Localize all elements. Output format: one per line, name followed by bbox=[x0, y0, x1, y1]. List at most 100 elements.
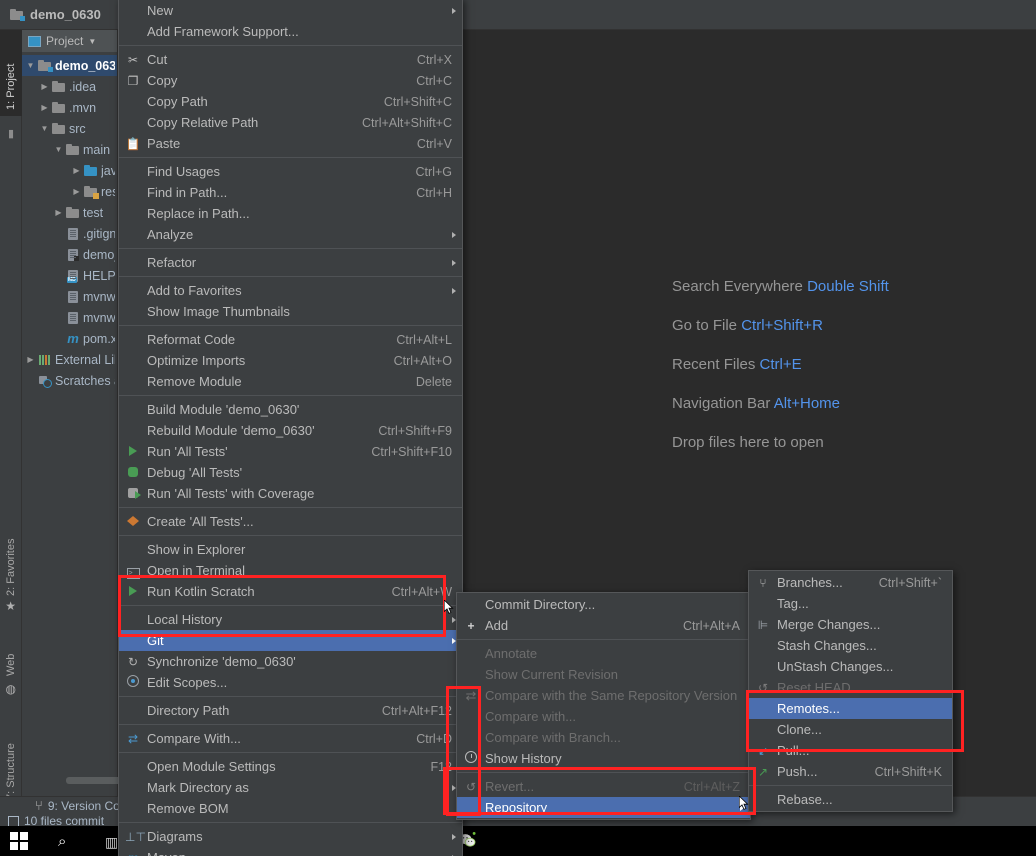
repo-menu-item-pull[interactable]: ↙ Pull... bbox=[749, 740, 952, 761]
menu-item-open-in-terminal[interactable]: >_ Open in Terminal bbox=[119, 560, 462, 581]
tree-item-test[interactable]: ▶ test bbox=[22, 202, 117, 223]
git-menu-item-commit-directory[interactable]: Commit Directory... bbox=[457, 594, 750, 615]
chevron-down-icon[interactable]: ▼ bbox=[40, 124, 49, 133]
chevron-right-icon[interactable]: ▶ bbox=[26, 355, 35, 364]
tree-item-main[interactable]: ▼ main bbox=[22, 139, 117, 160]
chevron-right-icon[interactable]: ▶ bbox=[54, 208, 63, 217]
tool-tab-web[interactable]: Web bbox=[0, 636, 22, 682]
repo-menu-item-clone[interactable]: Clone... bbox=[749, 719, 952, 740]
menu-label: Replace in Path... bbox=[147, 206, 250, 221]
tree-item-idea[interactable]: ▶ .idea bbox=[22, 76, 117, 97]
menu-item-find-usages[interactable]: Find Usages Ctrl+G bbox=[119, 161, 462, 182]
menu-item-compare-with[interactable]: ⇄ Compare With... Ctrl+D bbox=[119, 728, 462, 749]
menu-item-open-module-settings[interactable]: Open Module Settings F12 bbox=[119, 756, 462, 777]
chevron-right-icon[interactable]: ▶ bbox=[40, 82, 49, 91]
tree-item-mvnw-cmd[interactable]: ▶ mvnw.cmd bbox=[22, 307, 117, 328]
menu-item-run-with-coverage[interactable]: Run 'All Tests' with Coverage bbox=[119, 483, 462, 504]
menu-item-debug-all-tests[interactable]: Debug 'All Tests' bbox=[119, 462, 462, 483]
menu-label: Show History bbox=[485, 751, 562, 766]
repo-menu-item-merge-changes[interactable]: ⊫ Merge Changes... bbox=[749, 614, 952, 635]
menu-item-remove-module[interactable]: Remove Module Delete bbox=[119, 371, 462, 392]
tree-item-scratches[interactable]: ▶ Scratches and Consoles bbox=[22, 370, 117, 391]
tree-item-external-libraries[interactable]: ▶ External Libraries bbox=[22, 349, 117, 370]
menu-item-synchronize[interactable]: ↻ Synchronize 'demo_0630' bbox=[119, 651, 462, 672]
menu-item-reformat-code[interactable]: Reformat Code Ctrl+Alt+L bbox=[119, 329, 462, 350]
repo-menu-item-branches[interactable]: ⑂ Branches... Ctrl+Shift+` bbox=[749, 572, 952, 593]
repo-menu-item-tag[interactable]: Tag... bbox=[749, 593, 952, 614]
menu-item-create-all-tests[interactable]: Create 'All Tests'... bbox=[119, 511, 462, 532]
tree-item-iml[interactable]: ▶ demo_0630.iml bbox=[22, 244, 117, 265]
menu-item-rebuild-module[interactable]: Rebuild Module 'demo_0630' Ctrl+Shift+F9 bbox=[119, 420, 462, 441]
tree-item-java[interactable]: ▶ java bbox=[22, 160, 117, 181]
tree-item-src[interactable]: ▼ src bbox=[22, 118, 117, 139]
git-menu-item-revert[interactable]: ↺ Revert... Ctrl+Alt+Z bbox=[457, 776, 750, 797]
menu-item-directory-path[interactable]: Directory Path Ctrl+Alt+F12 bbox=[119, 700, 462, 721]
tree-item-gitignore[interactable]: ▶ .gitignore bbox=[22, 223, 117, 244]
tree-item-resources[interactable]: ▶ resources bbox=[22, 181, 117, 202]
git-menu-item-add[interactable]: + Add Ctrl+Alt+A bbox=[457, 615, 750, 636]
context-menu[interactable]: New Add Framework Support... ✂ Cut Ctrl+… bbox=[118, 0, 463, 856]
menu-item-maven[interactable]: m Maven bbox=[119, 847, 462, 856]
menu-item-run-kotlin-scratch[interactable]: Run Kotlin Scratch Ctrl+Alt+W bbox=[119, 581, 462, 602]
tree-label: resources bbox=[101, 184, 115, 199]
repository-submenu[interactable]: ⑂ Branches... Ctrl+Shift+` Tag... ⊫ Merg… bbox=[748, 570, 953, 812]
search-icon[interactable]: ⌕ bbox=[58, 833, 66, 850]
tool-tab-project[interactable]: 1: Project bbox=[0, 30, 22, 116]
tool-tab-favorites[interactable]: 2: Favorites bbox=[0, 510, 22, 602]
chevron-down-icon[interactable]: ▼ bbox=[88, 37, 96, 46]
menu-item-show-image-thumbnails[interactable]: Show Image Thumbnails bbox=[119, 301, 462, 322]
tree-item-demo_0630[interactable]: ▼ demo_0630 bbox=[22, 55, 117, 76]
menu-item-optimize-imports[interactable]: Optimize Imports Ctrl+Alt+O bbox=[119, 350, 462, 371]
git-menu-item-annotate[interactable]: Annotate bbox=[457, 643, 750, 664]
menu-item-show-in-explorer[interactable]: Show in Explorer bbox=[119, 539, 462, 560]
menu-item-build-module[interactable]: Build Module 'demo_0630' bbox=[119, 399, 462, 420]
menu-item-local-history[interactable]: Local History bbox=[119, 609, 462, 630]
repo-menu-item-unstash-changes[interactable]: UnStash Changes... bbox=[749, 656, 952, 677]
menu-item-copy[interactable]: ❐ Copy Ctrl+C bbox=[119, 70, 462, 91]
maven-icon: m bbox=[125, 850, 141, 856]
menu-item-diagrams[interactable]: ⊥⊤ Diagrams bbox=[119, 826, 462, 847]
repo-menu-item-remotes[interactable]: Remotes... bbox=[749, 698, 952, 719]
git-menu-item-repository[interactable]: Repository bbox=[457, 797, 750, 818]
git-menu-item-show-history[interactable]: Show History bbox=[457, 748, 750, 769]
repo-menu-item-reset-head[interactable]: ↺ Reset HEAD... bbox=[749, 677, 952, 698]
menu-item-add-framework-support[interactable]: Add Framework Support... bbox=[119, 21, 462, 42]
menu-item-add-to-favorites[interactable]: Add to Favorites bbox=[119, 280, 462, 301]
menu-item-analyze[interactable]: Analyze bbox=[119, 224, 462, 245]
menu-item-refactor[interactable]: Refactor bbox=[119, 252, 462, 273]
menu-item-remove-bom[interactable]: Remove BOM bbox=[119, 798, 462, 819]
menu-item-copy-path[interactable]: Copy Path Ctrl+Shift+C bbox=[119, 91, 462, 112]
repo-menu-item-push[interactable]: ↗ Push... Ctrl+Shift+K bbox=[749, 761, 952, 782]
repo-menu-item-rebase[interactable]: Rebase... bbox=[749, 789, 952, 810]
windows-start-icon[interactable] bbox=[10, 832, 28, 850]
menu-item-paste[interactable]: 📋 Paste Ctrl+V bbox=[119, 133, 462, 154]
task-view-icon[interactable]: ▥ bbox=[105, 834, 118, 851]
git-menu-item-compare-with[interactable]: Compare with... bbox=[457, 706, 750, 727]
chevron-right-icon[interactable]: ▶ bbox=[72, 187, 81, 196]
chevron-down-icon[interactable]: ▼ bbox=[26, 61, 35, 70]
chevron-right-icon[interactable]: ▶ bbox=[40, 103, 49, 112]
menu-separator bbox=[119, 325, 462, 326]
tool-tab-structure[interactable]: 7: Structure bbox=[0, 720, 22, 806]
menu-item-mark-directory-as[interactable]: Mark Directory as bbox=[119, 777, 462, 798]
tree-item-pom-xml[interactable]: ▶ m pom.xml bbox=[22, 328, 117, 349]
git-menu-item-compare-same-repo-version[interactable]: ⇄ Compare with the Same Repository Versi… bbox=[457, 685, 750, 706]
menu-item-new[interactable]: New bbox=[119, 0, 462, 21]
menu-item-edit-scopes[interactable]: Edit Scopes... bbox=[119, 672, 462, 693]
tree-item-mvn[interactable]: ▶ .mvn bbox=[22, 97, 117, 118]
project-panel-header[interactable]: Project ▼ bbox=[22, 30, 117, 52]
menu-item-cut[interactable]: ✂ Cut Ctrl+X bbox=[119, 49, 462, 70]
git-menu-item-show-current-revision[interactable]: Show Current Revision bbox=[457, 664, 750, 685]
tree-item-mvnw[interactable]: ▶ mvnw bbox=[22, 286, 117, 307]
repo-menu-item-stash-changes[interactable]: Stash Changes... bbox=[749, 635, 952, 656]
chevron-right-icon[interactable]: ▶ bbox=[72, 166, 81, 175]
git-submenu[interactable]: Commit Directory... + Add Ctrl+Alt+A Ann… bbox=[456, 592, 751, 820]
menu-item-git[interactable]: Git bbox=[119, 630, 462, 651]
menu-item-copy-relative-path[interactable]: Copy Relative Path Ctrl+Alt+Shift+C bbox=[119, 112, 462, 133]
chevron-down-icon[interactable]: ▼ bbox=[54, 145, 63, 154]
menu-item-run-all-tests[interactable]: Run 'All Tests' Ctrl+Shift+F10 bbox=[119, 441, 462, 462]
menu-item-find-in-path[interactable]: Find in Path... Ctrl+H bbox=[119, 182, 462, 203]
menu-item-replace-in-path[interactable]: Replace in Path... bbox=[119, 203, 462, 224]
tree-item-help-md[interactable]: ▶ MD HELP.md bbox=[22, 265, 117, 286]
git-menu-item-compare-with-branch[interactable]: Compare with Branch... bbox=[457, 727, 750, 748]
